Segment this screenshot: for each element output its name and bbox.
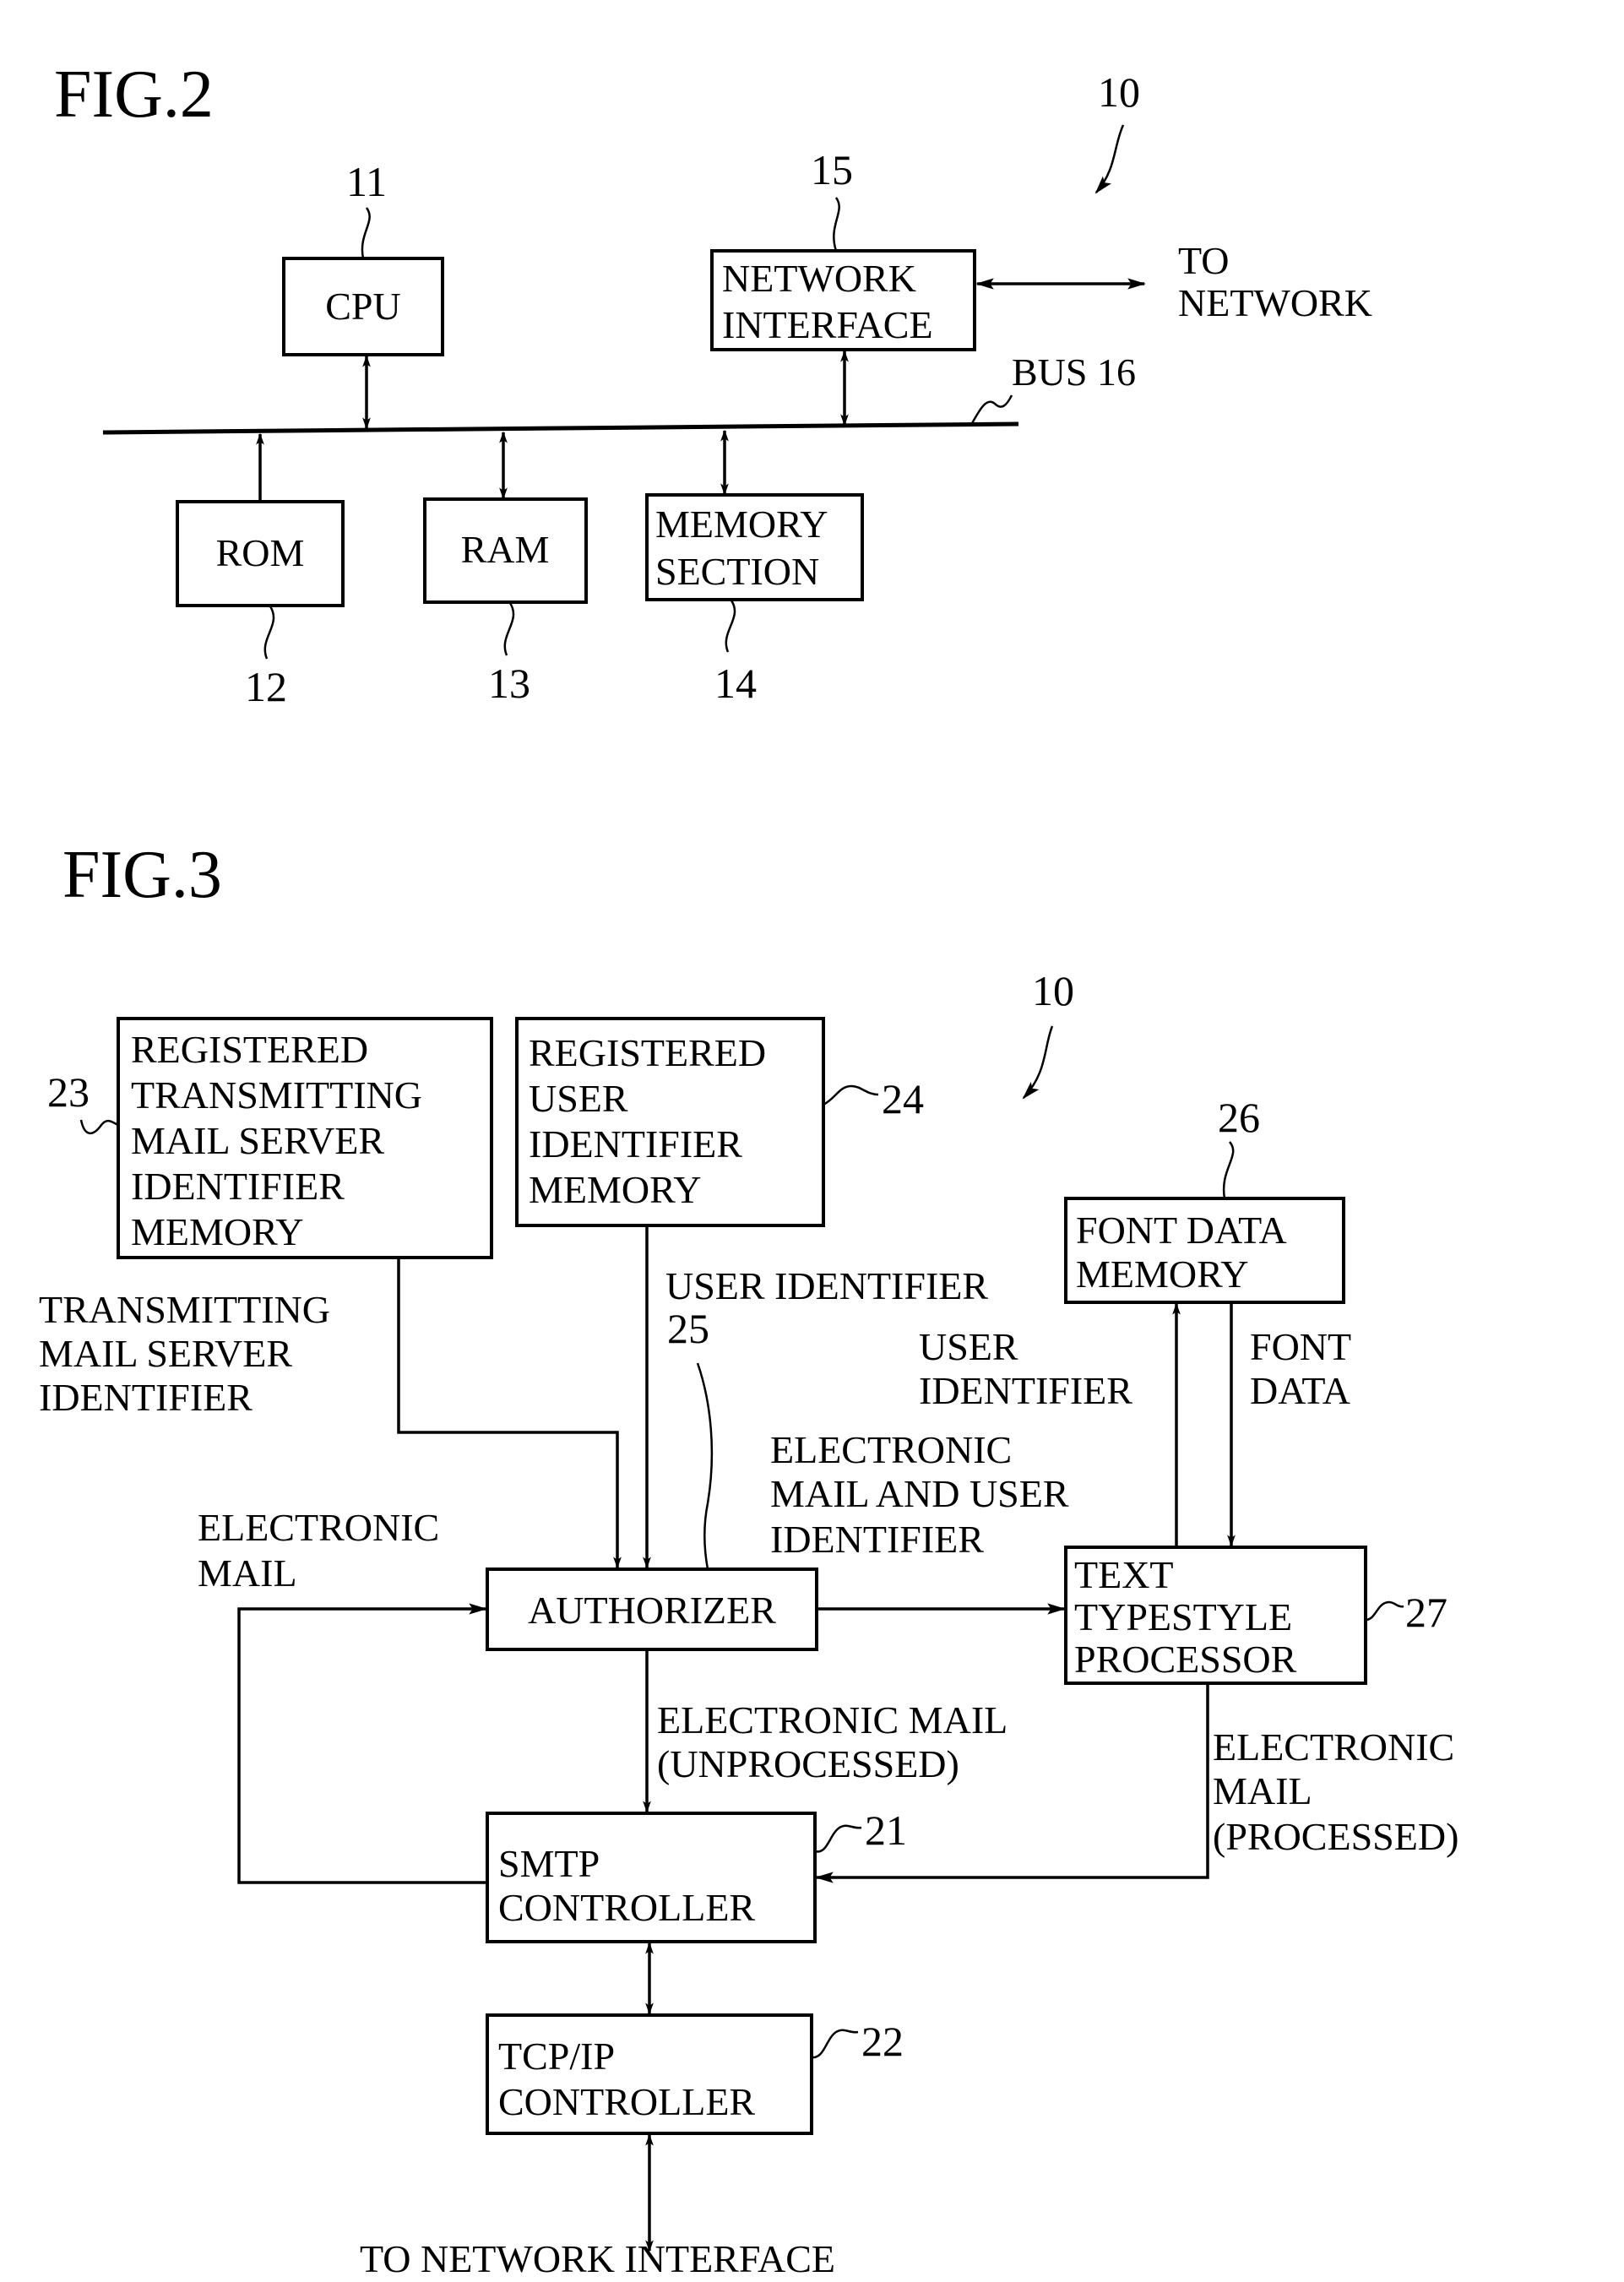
memory-section-ref-squiggle	[725, 600, 736, 653]
box24-line-2: USER	[529, 1077, 628, 1120]
box24-ref-squiggle	[823, 1084, 879, 1106]
email-user-id-label-line-2: MAIL AND USER	[770, 1472, 1069, 1515]
patent-drawing-sheet: FIG.2 10 BUS 16 CPU 11 NETWORK INTERFACE…	[39, 57, 1458, 2280]
network-interface-label-line-2: INTERFACE	[722, 303, 933, 346]
rom-ref: 12	[245, 663, 287, 710]
to-network-interface-label: TO NETWORK INTERFACE	[360, 2237, 835, 2280]
smtp-line-2: CONTROLLER	[498, 1886, 755, 1929]
box23-ref: 23	[47, 1068, 90, 1116]
fig3-device-ref-leader-arrow	[1022, 1025, 1054, 1100]
to-network-label-line-1: TO	[1178, 239, 1230, 282]
font-data-memory-block: FONT DATA MEMORY 26	[1064, 1094, 1345, 1304]
email-user-id-label-line-1: ELECTRONIC	[770, 1428, 1012, 1471]
bus-label: BUS 16	[1012, 350, 1136, 394]
box24-line-1: REGISTERED	[529, 1031, 766, 1074]
memory-section-block: MEMORY SECTION 14	[645, 429, 864, 707]
email-unprocessed-label-line-2: (UNPROCESSED)	[657, 1742, 959, 1785]
email-processed-label-line-3: (PROCESSED)	[1213, 1815, 1458, 1858]
authorizer-ref-leader	[696, 1362, 714, 1570]
font-data-memory-ref-squiggle	[1222, 1141, 1235, 1199]
font-data-label-line-1: FONT	[1250, 1325, 1351, 1368]
fig3-title: FIG.3	[62, 838, 222, 912]
email-unprocessed-label-line-1: ELECTRONIC MAIL	[657, 1698, 1008, 1741]
box24-line-3: IDENTIFIER	[529, 1122, 742, 1165]
fig2-title: FIG.2	[54, 57, 214, 132]
tcpip-line-1: TCP/IP	[498, 2035, 615, 2078]
tcpip-controller-block: TCP/IP CONTROLLER 22	[486, 2013, 904, 2135]
cpu-ref: 11	[346, 158, 387, 205]
tcpip-line-2: CONTROLLER	[498, 2080, 755, 2123]
font-data-memory-ref: 26	[1218, 1094, 1260, 1141]
user-id-to-font-label-line-1: USER	[919, 1325, 1018, 1368]
cpu-block: CPU 11	[282, 158, 444, 430]
tmsi-label-line-1: TRANSMITTING	[39, 1288, 330, 1331]
ram-ref-squiggle	[503, 602, 515, 656]
fig2-device-ref: 10	[1098, 68, 1140, 116]
rom-label: ROM	[216, 531, 305, 574]
smtp-ref-squiggle	[814, 1824, 862, 1853]
smtp-line-1: SMTP	[498, 1842, 600, 1885]
to-network-label-line-2: NETWORK	[1178, 281, 1372, 324]
fig3-device-ref: 10	[1032, 967, 1074, 1014]
box23-line-1: REGISTERED	[131, 1028, 368, 1071]
electronic-mail-loop-arrow	[237, 1603, 488, 1884]
email-user-id-label-line-3: IDENTIFIER	[770, 1518, 984, 1561]
network-interface-label-line-1: NETWORK	[722, 257, 916, 300]
rom-block: ROM 12	[176, 432, 345, 710]
memory-section-label-line-1: MEMORY	[655, 503, 828, 546]
text-typestyle-processor-block: TEXT TYPESTYLE PROCESSOR 27	[1064, 1546, 1447, 1685]
network-interface-ref-squiggle	[833, 197, 840, 252]
box23-line-3: MAIL SERVER	[131, 1119, 384, 1162]
ttp-line-1: TEXT	[1074, 1553, 1174, 1596]
tmsi-label-line-2: MAIL SERVER	[39, 1332, 292, 1375]
tmsi-label-line-3: IDENTIFIER	[39, 1376, 253, 1419]
user-id-to-font-label-line-2: IDENTIFIER	[919, 1369, 1132, 1412]
memory-section-ref: 14	[714, 660, 757, 707]
box24-ref: 24	[882, 1075, 924, 1122]
box23-line-2: TRANSMITTING	[131, 1073, 422, 1117]
box23-line-5: MEMORY	[131, 1210, 303, 1253]
email-processed-label-line-2: MAIL	[1213, 1769, 1312, 1812]
fig2-device-ref-leader-arrow	[1094, 124, 1125, 194]
cpu-label: CPU	[325, 285, 400, 328]
bus-16-line	[102, 421, 1019, 435]
memory-section-label-line-2: SECTION	[655, 550, 819, 593]
box23-ref-squiggle	[79, 1119, 119, 1134]
smtp-ref: 21	[865, 1807, 907, 1854]
authorizer-block: AUTHORIZER 25	[486, 1305, 818, 1651]
authorizer-ref: 25	[667, 1305, 709, 1352]
tcpip-ref-squiggle	[811, 2029, 859, 2059]
ttp-line-3: PROCESSOR	[1074, 1638, 1297, 1681]
box23-line-4: IDENTIFIER	[131, 1165, 345, 1208]
electronic-mail-in-label-line-2: MAIL	[198, 1551, 297, 1595]
ttp-ref: 27	[1405, 1589, 1447, 1636]
font-data-memory-line-1: FONT DATA	[1076, 1209, 1287, 1252]
ram-ref: 13	[488, 660, 530, 707]
figure-3: FIG.3 10 REGISTERED TRANSMITTING MAIL SE…	[39, 838, 1458, 2280]
ram-label: RAM	[461, 528, 550, 571]
font-data-memory-line-2: MEMORY	[1076, 1252, 1248, 1296]
electronic-mail-in-label-line-1: ELECTRONIC	[198, 1506, 439, 1549]
ttp-line-2: TYPESTYLE	[1074, 1595, 1292, 1638]
cpu-ref-squiggle	[361, 207, 371, 259]
registered-user-identifier-memory-block: REGISTERED USER IDENTIFIER MEMORY 24	[515, 1017, 924, 1227]
authorizer-label: AUTHORIZER	[528, 1589, 776, 1632]
user-identifier-top-label: USER IDENTIFIER	[665, 1264, 988, 1307]
box24-line-4: MEMORY	[529, 1168, 701, 1211]
bus-leader-squiggle	[970, 394, 1013, 426]
ttp-ref-squiggle	[1365, 1600, 1404, 1622]
ram-block: RAM 13	[423, 431, 588, 707]
figure-2: FIG.2 10 BUS 16 CPU 11 NETWORK INTERFACE…	[54, 57, 1372, 710]
network-interface-ref: 15	[811, 146, 853, 193]
font-data-label-line-2: DATA	[1250, 1369, 1350, 1412]
registered-transmitting-mail-server-identifier-memory-block: REGISTERED TRANSMITTING MAIL SERVER IDEN…	[47, 1017, 493, 1259]
smtp-controller-block: SMTP CONTROLLER 21	[486, 1807, 907, 1943]
rom-ref-squiggle	[263, 606, 275, 660]
tcpip-ref: 22	[861, 2018, 904, 2065]
email-processed-label-line-1: ELECTRONIC	[1213, 1725, 1454, 1769]
